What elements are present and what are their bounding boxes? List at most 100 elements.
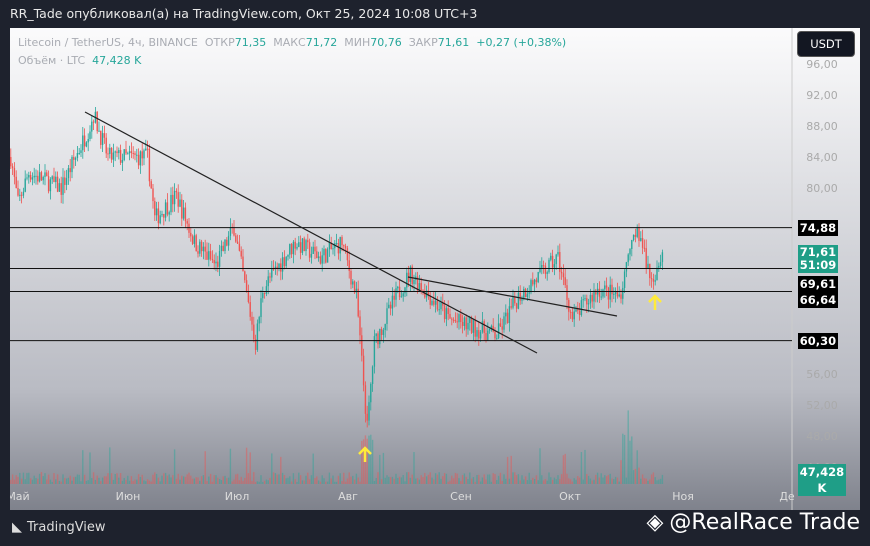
candle-body [661,252,664,263]
candle-body [400,296,403,298]
volume-bar [613,479,615,484]
candle-body [58,183,61,192]
candle-body [69,168,71,173]
volume-bar [560,474,563,484]
volume-bar [609,473,611,484]
volume-bar [184,476,187,484]
candle-body [73,156,75,160]
volume-bar [564,453,566,484]
chart-pane[interactable]: 96,00 92,00 88,00 84,00 80,00 56,00 52,00 48,00… [10,28,860,510]
candle-body [47,176,50,192]
volume-bar [582,479,584,484]
volume-bar [155,473,158,484]
volume-bar [231,481,233,484]
candle-body [46,172,48,177]
legend: Litecoin / TetherUS, 4ч, BINANCE ОТКР71,… [18,34,566,70]
volume-bar [298,472,300,484]
volume-bar [544,479,547,484]
volume-bar [330,478,332,484]
volume-bar [73,477,75,484]
candle-body [629,249,631,255]
candle-body [465,317,467,330]
volume-bar [370,434,372,484]
candle-body [328,242,331,250]
volume-bar [447,481,449,484]
candle-body [101,133,104,145]
candle-body [456,321,458,323]
volume-bar [478,474,480,484]
candle-body [325,248,327,263]
candle-body [172,194,174,205]
candle-body [332,248,334,250]
volume-bar [161,475,163,484]
candle-body [535,279,538,283]
candle-body [190,232,192,237]
candle-body [380,328,383,335]
volume-bar [647,480,649,484]
candle-body [575,309,577,312]
volume-bar [418,479,421,484]
volume-bar [226,478,228,484]
volume-label: Объём · LTC [18,54,86,67]
currency-button[interactable]: USDT [797,31,855,57]
volume-bar [301,480,304,484]
candle-body [37,175,39,182]
candle-body [188,223,190,233]
candle-body [107,153,109,155]
candle-body [326,249,329,263]
volume-bar [346,478,349,484]
volume-bar [256,481,259,484]
candle-body [512,297,514,308]
candle-body [137,154,140,166]
volume-bar [456,473,458,484]
candle-body [564,277,566,286]
candle-body [208,251,210,260]
candle-body [393,295,395,300]
volume-bar [37,478,39,484]
candle-body [458,314,460,323]
candle-body [566,285,568,300]
candle-body [463,317,466,326]
candle-body [51,176,53,180]
candle-body [339,237,341,254]
tradingview-logo[interactable]: ◣ TradingView [12,520,106,535]
volume-bar [571,481,574,484]
volume-bar [589,478,592,484]
candle-body [650,278,653,280]
candle-body [587,303,590,305]
volume-bar [379,454,381,484]
volume-bar [47,474,50,484]
candle-body [411,266,413,284]
volume-bar [132,480,134,484]
volume-bar [587,475,590,484]
candle-body [242,256,244,272]
volume-bar [233,479,235,484]
candle-body [186,221,188,224]
candle-body [542,265,545,267]
candle-body [26,177,28,179]
candle-body [134,153,136,155]
volume-bar [406,472,408,484]
candle-body [537,272,539,283]
candle-body [44,172,46,177]
candle-body [249,302,251,317]
volume-bar [101,477,104,484]
candle-body [121,160,124,163]
volume-bar [659,478,662,484]
volume-bar [398,476,401,484]
candle-body [413,279,415,284]
candle-body [292,241,295,255]
volume-bar [316,476,318,484]
volume-bar [197,477,199,484]
volume-bar [620,460,622,484]
candle-body [220,245,223,252]
volume-bar [60,481,62,484]
volume-bar [78,474,80,484]
volume-bar [514,472,516,484]
candle-body [438,309,440,311]
candle-body [161,213,163,216]
candle-body [379,328,381,345]
candle-body [191,236,194,244]
candle-body [607,287,610,300]
candle-body [65,178,68,185]
